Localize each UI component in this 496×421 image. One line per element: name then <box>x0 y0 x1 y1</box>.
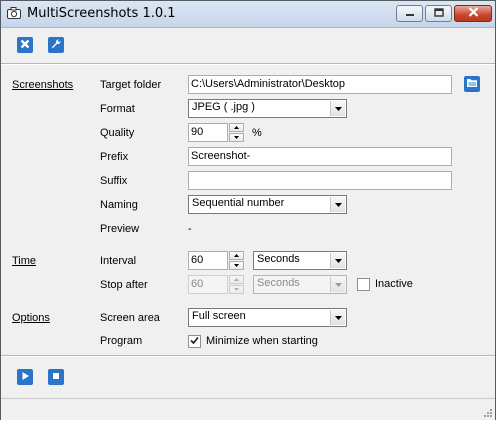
toolbar-separator <box>1 63 495 65</box>
inactive-checkbox[interactable] <box>357 278 370 291</box>
wrench-icon <box>50 38 62 53</box>
interval-up-button[interactable] <box>229 251 244 260</box>
section-time: Time <box>12 255 37 267</box>
interval-label: Interval <box>100 255 137 267</box>
interval-input[interactable]: 60 <box>188 251 228 270</box>
suffix-input[interactable] <box>188 171 452 190</box>
format-select[interactable]: JPEG ( .jpg ) <box>188 99 347 118</box>
footer-separator <box>1 355 495 357</box>
section-options: Options <box>12 312 50 324</box>
minimize-icon <box>405 8 415 20</box>
browse-folder-button[interactable] <box>464 76 480 92</box>
program-label: Program <box>100 335 143 347</box>
suffix-label: Suffix <box>100 175 128 187</box>
quality-label: Quality <box>100 127 135 139</box>
close-icon <box>468 7 479 20</box>
target-folder-label: Target folder <box>100 79 162 91</box>
minimize-label: Minimize when starting <box>206 335 318 347</box>
naming-select[interactable]: Sequential number <box>188 195 347 214</box>
stop-after-unit-select[interactable]: Seconds <box>253 275 347 294</box>
status-bar <box>1 398 495 420</box>
quality-unit: % <box>252 127 262 139</box>
quality-input[interactable]: 90 <box>188 123 228 142</box>
start-button[interactable] <box>17 369 33 385</box>
close-x-icon <box>19 38 31 53</box>
resize-grip-icon[interactable] <box>483 408 493 418</box>
naming-label: Naming <box>100 199 138 211</box>
prefix-input[interactable]: Screenshot- <box>188 147 452 166</box>
quality-down-button[interactable] <box>229 133 244 142</box>
folder-browse-icon <box>466 77 478 91</box>
section-screenshots: Screenshots <box>12 79 74 91</box>
interval-unit-select[interactable]: Seconds <box>253 251 347 270</box>
stop-after-stepper[interactable] <box>229 275 244 294</box>
chevron-down-icon <box>330 310 345 325</box>
close-settings-button[interactable] <box>17 37 33 53</box>
main-window: MultiScreenshots 1.0.1 Screenshots Targe… <box>0 0 496 420</box>
stop-after-up-button[interactable] <box>229 275 244 284</box>
chevron-down-icon <box>330 277 345 292</box>
stop-icon <box>51 371 61 384</box>
tools-settings-button[interactable] <box>48 37 64 53</box>
quality-up-button[interactable] <box>229 123 244 132</box>
naming-select-value: Sequential number <box>192 197 285 209</box>
title-bar[interactable]: MultiScreenshots 1.0.1 <box>1 1 495 28</box>
checkmark-icon <box>190 336 199 348</box>
maximize-icon <box>433 7 444 20</box>
format-select-value: JPEG ( .jpg ) <box>192 101 255 113</box>
minimize-button[interactable] <box>396 5 423 22</box>
preview-value: - <box>188 223 192 235</box>
chevron-down-icon <box>330 253 345 268</box>
format-label: Format <box>100 103 135 115</box>
chevron-down-icon <box>330 101 345 116</box>
inactive-label: Inactive <box>375 278 413 290</box>
quality-stepper[interactable] <box>229 123 244 142</box>
close-button[interactable] <box>454 5 492 22</box>
play-icon <box>20 371 30 384</box>
interval-stepper[interactable] <box>229 251 244 270</box>
screen-area-label: Screen area <box>100 312 160 324</box>
window-title: MultiScreenshots 1.0.1 <box>27 6 176 21</box>
stop-after-down-button[interactable] <box>229 285 244 294</box>
screen-area-select[interactable]: Full screen <box>188 308 347 327</box>
stop-button[interactable] <box>48 369 64 385</box>
minimize-checkbox[interactable] <box>188 335 201 348</box>
maximize-button[interactable] <box>425 5 452 22</box>
prefix-label: Prefix <box>100 151 129 163</box>
target-folder-field[interactable]: C:\Users\Administrator\Desktop <box>188 75 452 94</box>
camera-icon <box>7 7 21 19</box>
stop-after-input[interactable]: 60 <box>188 275 228 294</box>
stop-after-label: Stop after <box>100 279 148 291</box>
interval-unit-value: Seconds <box>257 253 300 265</box>
screen-area-value: Full screen <box>192 310 246 322</box>
chevron-down-icon <box>330 197 345 212</box>
interval-down-button[interactable] <box>229 261 244 270</box>
stop-after-unit-value: Seconds <box>257 277 300 289</box>
preview-label: Preview <box>100 223 140 235</box>
